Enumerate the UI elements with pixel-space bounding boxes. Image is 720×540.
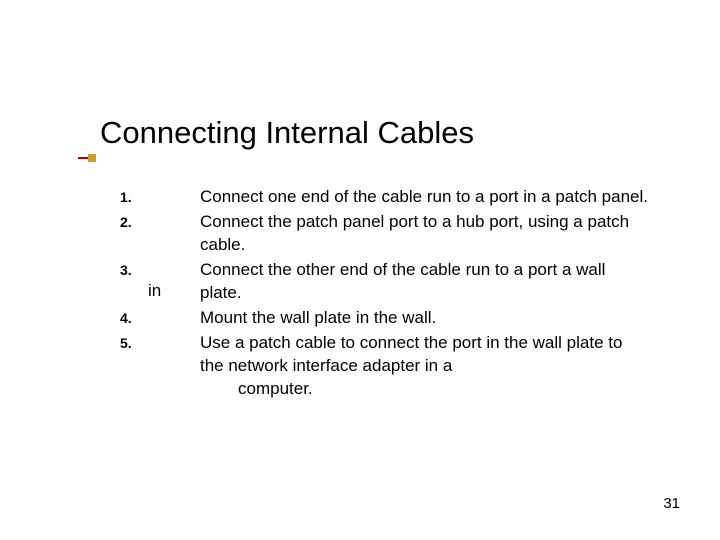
list-number-text: 4. xyxy=(120,310,132,326)
list-number-text: 5. xyxy=(120,335,132,351)
page-number: 31 xyxy=(663,495,680,512)
list-number-text: 2. xyxy=(120,214,132,230)
list-item: 2. Connect the patch panel port to a hub… xyxy=(120,211,650,257)
list-text: Connect the other end of the cable run t… xyxy=(200,259,650,305)
slide-title: Connecting Internal Cables xyxy=(100,115,660,151)
list-item: 1. Connect one end of the cable run to a… xyxy=(120,186,650,209)
list-text: Connect one end of the cable run to a po… xyxy=(200,186,650,209)
list-number: 3. in xyxy=(120,259,200,305)
list-text: Mount the wall plate in the wall. xyxy=(200,307,650,330)
list-item: 4. Mount the wall plate in the wall. xyxy=(120,307,650,330)
title-block: Connecting Internal Cables xyxy=(100,115,660,151)
list-number-sub: in xyxy=(120,281,161,300)
list-number: 4. xyxy=(120,307,200,330)
slide-container: Connecting Internal Cables 1. Connect on… xyxy=(0,0,720,540)
list-text-trailing: computer. xyxy=(200,378,650,401)
list-number: 2. xyxy=(120,211,200,257)
slide-body: 1. Connect one end of the cable run to a… xyxy=(100,186,660,400)
title-square-accent xyxy=(88,154,96,162)
list-number: 1. xyxy=(120,186,200,209)
title-rule-accent xyxy=(78,157,88,159)
list-number-text: 3. xyxy=(120,262,132,278)
list-text: Use a patch cable to connect the port in… xyxy=(200,332,650,401)
list-number: 5. xyxy=(120,332,200,401)
list-item: 5. Use a patch cable to connect the port… xyxy=(120,332,650,401)
list-text-main: Use a patch cable to connect the port in… xyxy=(200,333,622,375)
list-number-text: 1. xyxy=(120,189,132,205)
list-text: Connect the patch panel port to a hub po… xyxy=(200,211,650,257)
list-item: 3. in Connect the other end of the cable… xyxy=(120,259,650,305)
